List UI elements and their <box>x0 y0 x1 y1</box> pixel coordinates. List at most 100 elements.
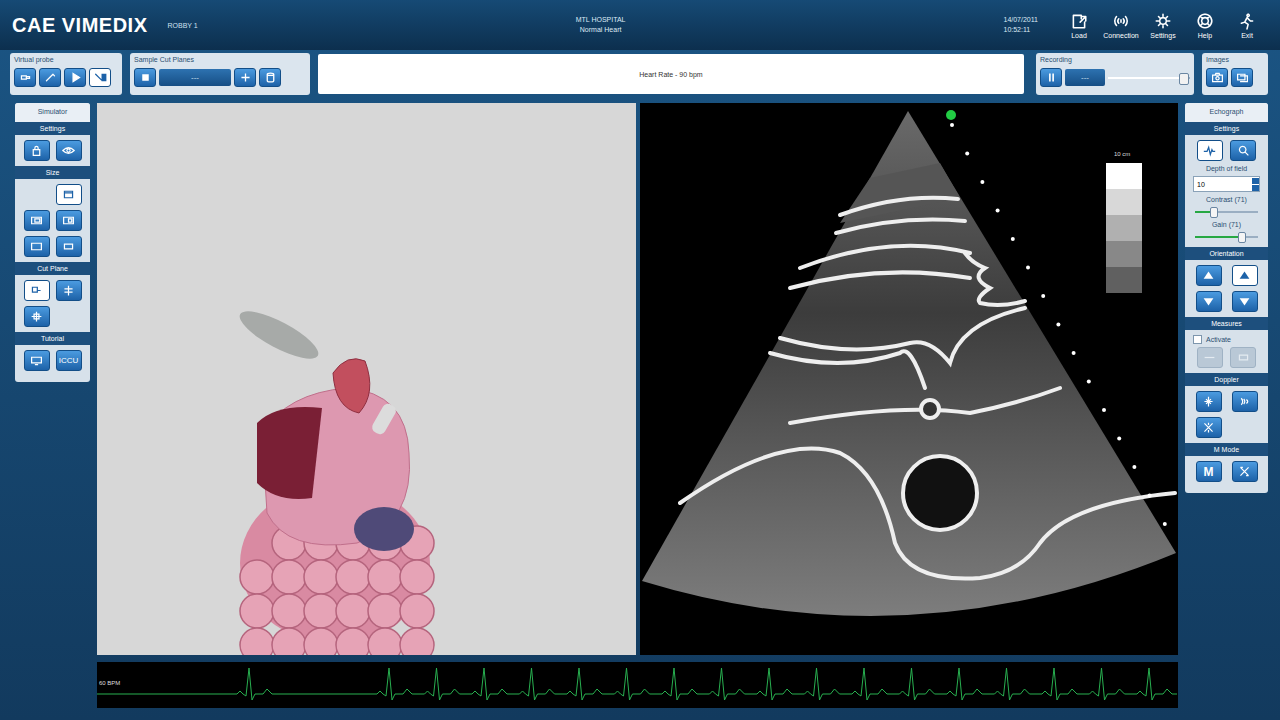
measure-button[interactable] <box>1197 347 1223 368</box>
simulator-button[interactable] <box>24 280 50 301</box>
panel-title: Echograph <box>1185 103 1268 122</box>
simulator-button[interactable] <box>24 350 50 371</box>
toolbar: Virtual probe Sample Cut Planes --- Heart R… <box>0 50 1280 98</box>
date-time: 14/07/201110:52:11 <box>1003 15 1038 35</box>
cut-plane-select[interactable]: --- <box>159 69 231 86</box>
ultrasound-image <box>640 103 1178 655</box>
cut-1-icon <box>30 284 43 297</box>
m-mode-button[interactable]: M <box>1196 461 1222 482</box>
probe-shape <box>234 303 324 367</box>
header-action[interactable]: Exit <box>1226 12 1268 39</box>
logo: CAE VIMEDIX <box>12 14 148 37</box>
section-body <box>15 275 90 332</box>
doppler-pw-icon <box>1238 395 1251 408</box>
depth-label: Depth of field <box>1193 164 1260 173</box>
probe-pause-icon <box>94 71 107 84</box>
vimedix-app: CAE VIMEDIXROBBY 1MTL HOSPITALNormal Hea… <box>0 0 1280 720</box>
simulator-button[interactable]: ICCU <box>56 350 82 371</box>
lock-icon <box>30 144 43 157</box>
section-body <box>15 135 90 166</box>
image-button[interactable] <box>1231 68 1253 87</box>
doppler-button[interactable] <box>1196 391 1222 412</box>
contrast-slider[interactable] <box>1193 207 1260 217</box>
stop-button[interactable] <box>134 68 156 87</box>
hospital-name: MTL HOSPITAL <box>576 15 626 25</box>
probe-tool-button[interactable] <box>14 68 36 87</box>
play-icon <box>69 71 82 84</box>
image-button[interactable] <box>1206 68 1228 87</box>
size-2-icon <box>30 214 43 227</box>
simulator-button[interactable] <box>56 236 82 257</box>
section-header: Orientation <box>1185 247 1268 260</box>
depth-field[interactable]: 10 <box>1193 176 1260 192</box>
arrow-down-icon <box>1202 295 1215 308</box>
slider-handle[interactable] <box>1179 73 1189 85</box>
settings-icon <box>1154 12 1172 30</box>
measure-button[interactable] <box>1230 347 1256 368</box>
arrow-up-icon <box>1202 269 1215 282</box>
orientation-button[interactable] <box>1196 291 1222 312</box>
section-header: Settings <box>15 122 90 135</box>
help-icon <box>1196 12 1214 30</box>
cut-plane-button[interactable] <box>234 68 256 87</box>
orientation-button[interactable] <box>1196 265 1222 286</box>
simulator-button[interactable] <box>56 210 82 231</box>
ecg-strip: 60 BPM <box>97 662 1178 708</box>
simulator-button[interactable] <box>24 210 50 231</box>
recording-panel: Recording --- <box>1036 53 1194 95</box>
depth-label: 10 cm <box>1114 151 1130 157</box>
stop-icon <box>139 71 152 84</box>
zoom-icon <box>1237 144 1250 157</box>
gain-slider[interactable] <box>1193 232 1260 242</box>
doppler-button[interactable] <box>1196 417 1222 438</box>
header-action[interactable]: Load <box>1058 12 1100 39</box>
simulator-button[interactable] <box>24 236 50 257</box>
recording-select[interactable]: --- <box>1065 69 1105 86</box>
simulator-button[interactable] <box>24 306 50 327</box>
probe-tool-button[interactable] <box>89 68 111 87</box>
doppler-button[interactable] <box>1232 391 1258 412</box>
header-action[interactable]: Help <box>1184 12 1226 39</box>
activate-checkbox[interactable]: Activate <box>1193 335 1260 344</box>
section-body <box>15 179 90 262</box>
time: 10:52:11 <box>1003 25 1038 35</box>
sector <box>642 111 1176 616</box>
simulator-button[interactable] <box>56 140 82 161</box>
section-header: Tutorial <box>15 332 90 345</box>
message-area: Heart Rate - 90 bpm <box>318 54 1024 94</box>
panel-title: Recording <box>1040 55 1190 64</box>
add-icon <box>239 71 252 84</box>
gain-label: Gain (71) <box>1193 220 1260 229</box>
gallery-icon <box>1236 71 1249 84</box>
measure-line-icon <box>1203 351 1216 364</box>
simulator-button[interactable] <box>24 140 50 161</box>
camera-icon <box>1211 71 1224 84</box>
orientation-button[interactable] <box>1232 291 1258 312</box>
arrow-down-icon <box>1238 295 1251 308</box>
probe-tool-button[interactable] <box>39 68 61 87</box>
simulator-button[interactable] <box>56 184 82 205</box>
size-5-icon <box>62 240 75 253</box>
eye-icon <box>62 144 75 157</box>
size-3-icon <box>62 214 75 227</box>
arrow-up-icon <box>1238 269 1251 282</box>
panel-title: Sample Cut Planes <box>134 55 306 64</box>
section-header: Size <box>15 166 90 179</box>
tools-icon <box>1238 465 1251 478</box>
anatomy-3d-view[interactable] <box>97 103 636 655</box>
recording-slider[interactable] <box>1108 72 1190 84</box>
echo-setting-button[interactable] <box>1197 140 1223 161</box>
simulator-panel: SimulatorSettingsSizeCut PlaneTutorialIC… <box>15 103 90 382</box>
pause-button[interactable] <box>1040 68 1062 87</box>
header-action[interactable]: Connection <box>1100 12 1142 39</box>
header-action[interactable]: Settings <box>1142 12 1184 39</box>
cut-plane-button[interactable] <box>259 68 281 87</box>
probe-tool-button[interactable] <box>64 68 86 87</box>
m-mode-button[interactable] <box>1232 461 1258 482</box>
echo-setting-button[interactable] <box>1230 140 1256 161</box>
simulator-button[interactable] <box>56 280 82 301</box>
orientation-button[interactable] <box>1232 265 1258 286</box>
panel-title: Virtual probe <box>14 55 118 64</box>
doppler-cw-icon <box>1202 421 1215 434</box>
panel-title: Simulator <box>15 103 90 122</box>
